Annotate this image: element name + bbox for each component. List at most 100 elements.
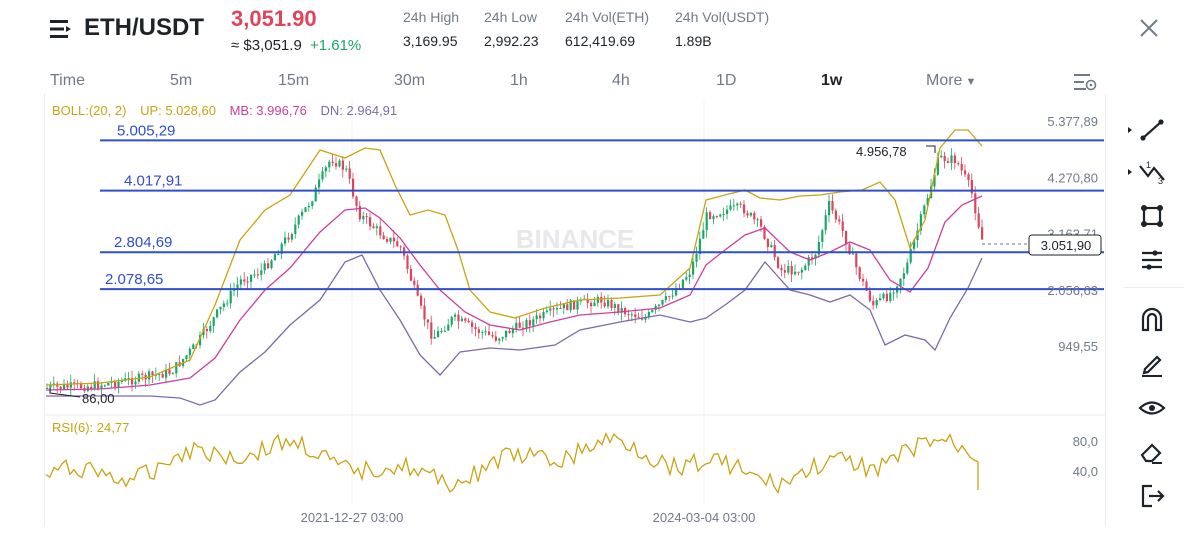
- magnet-icon[interactable]: [1138, 306, 1166, 334]
- candle-body: [365, 216, 368, 218]
- candle-body: [331, 161, 334, 164]
- candle-body: [528, 320, 531, 326]
- candle-body: [103, 385, 106, 387]
- candle-body: [345, 168, 348, 170]
- candle-body: [882, 293, 885, 299]
- exit-icon[interactable]: [1138, 482, 1166, 510]
- candle-body: [141, 373, 144, 375]
- horizontal-levels: 5.005,29 4.017,91 2.804,69 2.078,65: [100, 122, 1104, 291]
- candle-body: [447, 324, 450, 331]
- candle-body: [692, 261, 695, 275]
- candle-body: [841, 221, 844, 231]
- candle-body: [464, 318, 467, 321]
- candle-body: [273, 254, 276, 261]
- candle-body: [889, 292, 892, 301]
- candle-body: [443, 330, 446, 332]
- price-axis: 5.377,894.270,803.163,712.056,63949,55: [1047, 114, 1098, 354]
- price-axis-label: 5.377,89: [1047, 114, 1098, 129]
- candle-body: [362, 216, 365, 220]
- candle-body: [209, 325, 212, 332]
- candle-body: [862, 278, 865, 282]
- level-label: 4.017,91: [124, 173, 182, 190]
- candle-body: [770, 245, 773, 248]
- candle-body: [892, 292, 895, 294]
- candle-body: [719, 214, 722, 217]
- eye-icon[interactable]: [1138, 394, 1166, 422]
- candle-body: [824, 215, 827, 231]
- candle-body: [379, 226, 382, 236]
- candle-body: [399, 246, 402, 248]
- candle-body: [797, 271, 800, 273]
- binance-watermark: BINANCE: [516, 224, 634, 254]
- candle-body: [168, 369, 171, 374]
- price-axis-label: 2.056,63: [1047, 283, 1098, 298]
- fib-icon[interactable]: [1138, 246, 1166, 274]
- candle-body: [369, 217, 372, 227]
- candle-body: [532, 319, 535, 326]
- candle-body: [297, 215, 300, 225]
- candle-body: [868, 290, 871, 301]
- boll-up-value: UP: 5.028,60: [140, 103, 216, 118]
- candle-body: [416, 284, 419, 296]
- candle-body: [484, 331, 487, 333]
- candle-body: [940, 155, 943, 158]
- kline-chart[interactable]: BINANCE 5.005,29 4.017,91 2.804,69 2.078,65…: [0, 0, 1200, 540]
- candle-body: [69, 382, 72, 388]
- candle-body: [488, 331, 491, 335]
- time-axis-label: 2021-12-27 03:00: [301, 510, 404, 525]
- candle-body: [352, 178, 355, 197]
- candle-body: [498, 338, 501, 341]
- candle-body: [348, 168, 351, 179]
- candle-body: [756, 219, 759, 221]
- candle-body: [192, 344, 195, 349]
- candle-body: [851, 253, 854, 255]
- candle-body: [256, 274, 259, 276]
- candle-body: [858, 267, 861, 279]
- pencil-icon[interactable]: [1138, 350, 1166, 378]
- candle-body: [590, 302, 593, 307]
- candle-body: [107, 382, 110, 386]
- candle-body: [923, 205, 926, 215]
- shape-icon[interactable]: [1138, 202, 1166, 230]
- svg-text:3: 3: [1158, 176, 1163, 186]
- candle-body: [576, 301, 579, 310]
- candle-body: [494, 336, 497, 341]
- candle-body: [450, 316, 453, 325]
- candle-body: [413, 280, 416, 285]
- price-axis-label: 4.270,80: [1047, 170, 1098, 185]
- candle-body: [185, 355, 188, 359]
- trend-line-icon[interactable]: [1124, 116, 1170, 144]
- time-axis-label: 2024-03-04 03:00: [653, 510, 756, 525]
- candle-body: [63, 384, 66, 389]
- candle-body: [603, 302, 606, 307]
- candle-body: [661, 300, 664, 305]
- candle-body: [134, 381, 137, 385]
- candle-body: [906, 262, 909, 274]
- candle-body: [773, 245, 776, 258]
- candle-body: [270, 260, 273, 269]
- candle-body: [777, 257, 780, 268]
- candle-body: [188, 348, 191, 356]
- candle-body: [879, 298, 882, 301]
- candle-body: [671, 295, 674, 297]
- eraser-icon[interactable]: [1138, 438, 1166, 466]
- candle-body: [610, 300, 613, 308]
- candle-body: [226, 303, 229, 305]
- candle-body: [753, 212, 756, 220]
- candle-body: [593, 302, 596, 307]
- candle-body: [267, 263, 270, 269]
- candle-body: [260, 270, 263, 275]
- candle-body: [73, 382, 76, 384]
- candle-body: [277, 253, 280, 255]
- candle-body: [967, 174, 970, 180]
- candle-body: [508, 330, 511, 334]
- candle-body: [746, 213, 749, 216]
- high-marker-line: [926, 145, 936, 153]
- level-label: 2.804,69: [114, 234, 172, 251]
- candle-body: [964, 170, 967, 175]
- candle-body: [440, 330, 443, 332]
- multi-line-icon[interactable]: 1 3: [1124, 158, 1170, 186]
- candle-body: [600, 296, 603, 303]
- candle-body: [46, 387, 49, 389]
- level-label: 5.005,29: [117, 122, 175, 139]
